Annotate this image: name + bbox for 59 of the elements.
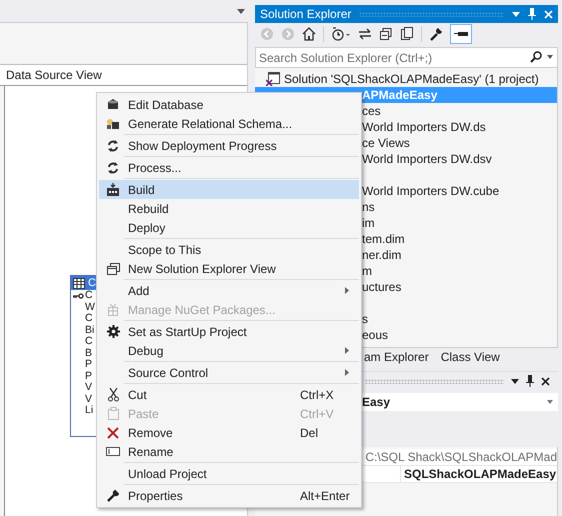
rename-icon (106, 447, 120, 456)
menu-item[interactable]: Properties Alt+Enter (99, 486, 359, 505)
package-icon (107, 303, 119, 316)
table-icon (73, 278, 85, 288)
submenu-arrow-icon (345, 347, 349, 354)
panel-title: Solution Explorer (260, 7, 352, 21)
dropdown-arrow-icon[interactable] (547, 55, 553, 59)
dropdown-arrow-icon (547, 400, 553, 404)
gear-icon (106, 325, 120, 338)
column-name: B (85, 348, 92, 359)
panel-tab[interactable]: am Explorer (362, 350, 431, 364)
wrench-icon (106, 489, 120, 502)
preview-toggle-button[interactable] (450, 24, 472, 44)
pin-icon[interactable] (526, 375, 534, 387)
history-icon[interactable] (331, 27, 351, 41)
column-name: P (85, 370, 92, 382)
menu-item[interactable]: Set as StartUp Project (99, 322, 359, 341)
solution-icon (266, 72, 280, 86)
menu-item[interactable]: Remove Del (99, 423, 359, 442)
database-icon (107, 99, 119, 110)
column-name: C (85, 290, 93, 302)
column-name: V (85, 382, 92, 394)
column-name: V (85, 394, 92, 405)
submenu-arrow-icon (345, 287, 349, 294)
menu-item[interactable]: Scope to This (99, 240, 359, 259)
submenu-arrow-icon (345, 369, 349, 376)
column-name: Bi (85, 324, 94, 336)
search-field[interactable]: Search Solution Explorer (Ctrl+;) (255, 47, 558, 68)
menu-item[interactable]: Add (99, 281, 359, 300)
clipboard-icon (108, 407, 118, 420)
dropdown-arrow-icon[interactable] (237, 8, 245, 14)
remove-icon (107, 426, 119, 438)
panel-title: Data Source View (6, 68, 102, 82)
refresh-icon (107, 162, 119, 174)
bar-icon (454, 32, 468, 36)
schema-icon (106, 118, 120, 130)
column-name: W (85, 302, 95, 313)
menu-item[interactable]: Rebuild (99, 199, 359, 218)
build-icon (106, 183, 120, 196)
scissors-icon (108, 388, 118, 402)
column-name: P (85, 359, 92, 370)
menu-item[interactable]: Build (99, 180, 359, 199)
dropdown-arrow-icon[interactable] (511, 378, 519, 384)
copy-icon[interactable] (400, 27, 414, 41)
collapse-icon[interactable] (379, 27, 393, 41)
window-icon (106, 262, 120, 274)
close-icon[interactable] (541, 376, 550, 386)
column-name: Li (85, 405, 94, 416)
shortcut-text: Del (300, 426, 318, 440)
column-name: C (85, 336, 93, 348)
column-name: C (85, 313, 93, 324)
search-icon (530, 51, 542, 63)
home-icon[interactable] (302, 27, 316, 41)
sync-icon[interactable] (358, 27, 372, 41)
tree-item[interactable]: Solution 'SQLShackOLAPMadeEasy' (1 project) (255, 71, 557, 87)
refresh-icon (107, 140, 119, 152)
wrench-icon[interactable] (429, 27, 443, 41)
panel-tab[interactable]: Class View (438, 350, 502, 364)
shortcut-text: Alt+Enter (300, 488, 350, 502)
